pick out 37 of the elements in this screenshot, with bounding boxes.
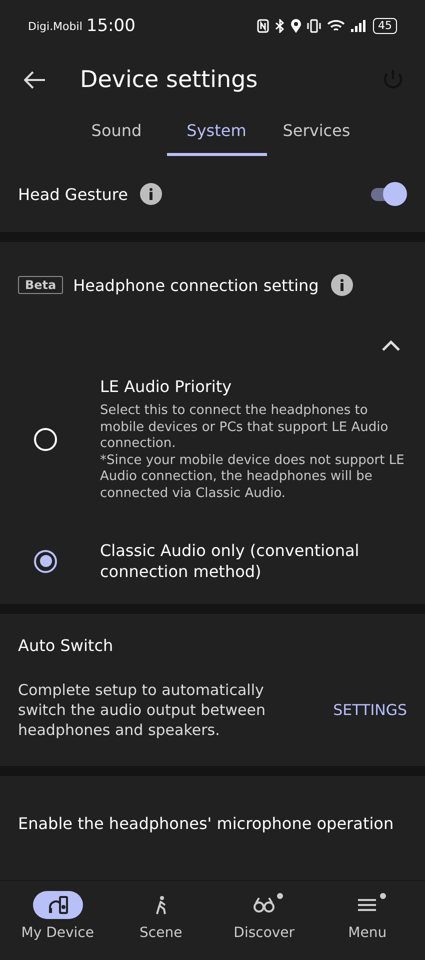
setting-label: Head Gesture: [18, 184, 128, 204]
description-text: Complete setup to automatically switch the audio output between headphones and speakers.: [18, 680, 266, 740]
radio-button[interactable]: [34, 550, 57, 572]
settings-link[interactable]: SETTINGS: [333, 701, 407, 719]
section-title: Headphone connection setting: [73, 276, 319, 294]
option-title: LE Audio Priority: [100, 376, 233, 397]
beta-badge: Beta: [18, 276, 64, 294]
nav-item[interactable]: My Device: [6, 881, 110, 960]
signal-icon: [351, 20, 367, 32]
tab[interactable]: Services: [266, 108, 366, 156]
binoculars-icon: [253, 897, 276, 913]
bluetooth-icon: [275, 19, 285, 33]
option-description: Select this to connect the headphones to mobile devices or PCs that support LE Audio connection. *Since your mobile device does not support LE Audio connection, the headphones will be connected via Classic Audio.: [100, 403, 406, 502]
notification-dot: [277, 893, 284, 899]
section-title: Auto Switch: [18, 636, 114, 654]
battery-level: 45: [373, 18, 397, 34]
location-icon: [291, 19, 301, 33]
carrier-name: Digi.Mobil: [28, 20, 82, 32]
clock: 15:00: [86, 16, 136, 36]
page-title: Device settings: [80, 67, 258, 93]
nav-item[interactable]: Discover: [212, 881, 316, 960]
tab[interactable]: Sound: [66, 108, 166, 156]
vibrate-icon: [307, 19, 321, 33]
nfc-icon: [257, 19, 269, 33]
walking-icon: [154, 895, 168, 915]
nav-item[interactable]: Scene: [109, 881, 212, 960]
info-icon[interactable]: [140, 183, 162, 205]
option-title: Classic Audio only (conventional connection method): [100, 540, 360, 582]
info-icon[interactable]: [330, 274, 353, 296]
collapse-button[interactable]: [381, 340, 401, 352]
menu-icon: [357, 897, 378, 913]
notification-dot: [380, 893, 386, 899]
toggle-switch[interactable]: [369, 182, 407, 206]
nav-item[interactable]: Menu: [316, 881, 419, 960]
headphones-icon: [48, 896, 68, 914]
setting-label: Enable the headphones' microphone operation: [18, 814, 394, 832]
wifi-icon: [327, 19, 345, 33]
